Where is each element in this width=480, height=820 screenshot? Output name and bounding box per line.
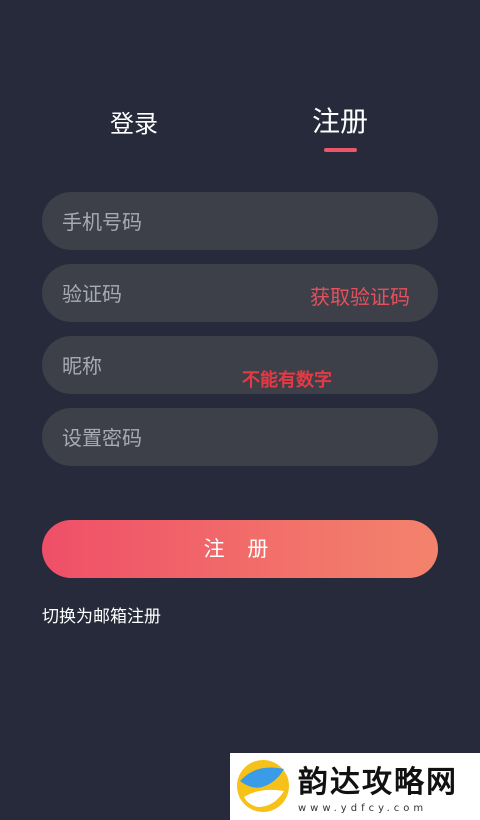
- auth-tabs: 登录 注册: [0, 100, 480, 160]
- switch-to-email-link[interactable]: 切换为邮箱注册: [42, 602, 161, 627]
- phone-input[interactable]: [60, 192, 442, 252]
- register-button[interactable]: 注 册: [42, 520, 438, 578]
- verification-code-input[interactable]: [60, 264, 294, 324]
- nickname-field-container: [42, 336, 442, 396]
- watermark-logo-icon: [237, 760, 289, 812]
- phone-field-container: [42, 192, 442, 252]
- nickname-annotation: 不能有数字: [242, 370, 332, 391]
- get-code-button[interactable]: 获取验证码: [310, 281, 410, 310]
- code-field-container: 获取验证码: [42, 264, 438, 324]
- watermark-title: 韵达攻略网: [298, 765, 458, 800]
- watermark: 韵达攻略网 www.ydfcy.com: [230, 753, 480, 820]
- password-field-container: [42, 408, 442, 468]
- tab-login[interactable]: 登录: [110, 104, 158, 139]
- active-tab-indicator: [324, 148, 357, 152]
- tab-register[interactable]: 注册: [312, 100, 368, 140]
- password-input[interactable]: [60, 408, 442, 468]
- watermark-url: www.ydfcy.com: [298, 803, 428, 814]
